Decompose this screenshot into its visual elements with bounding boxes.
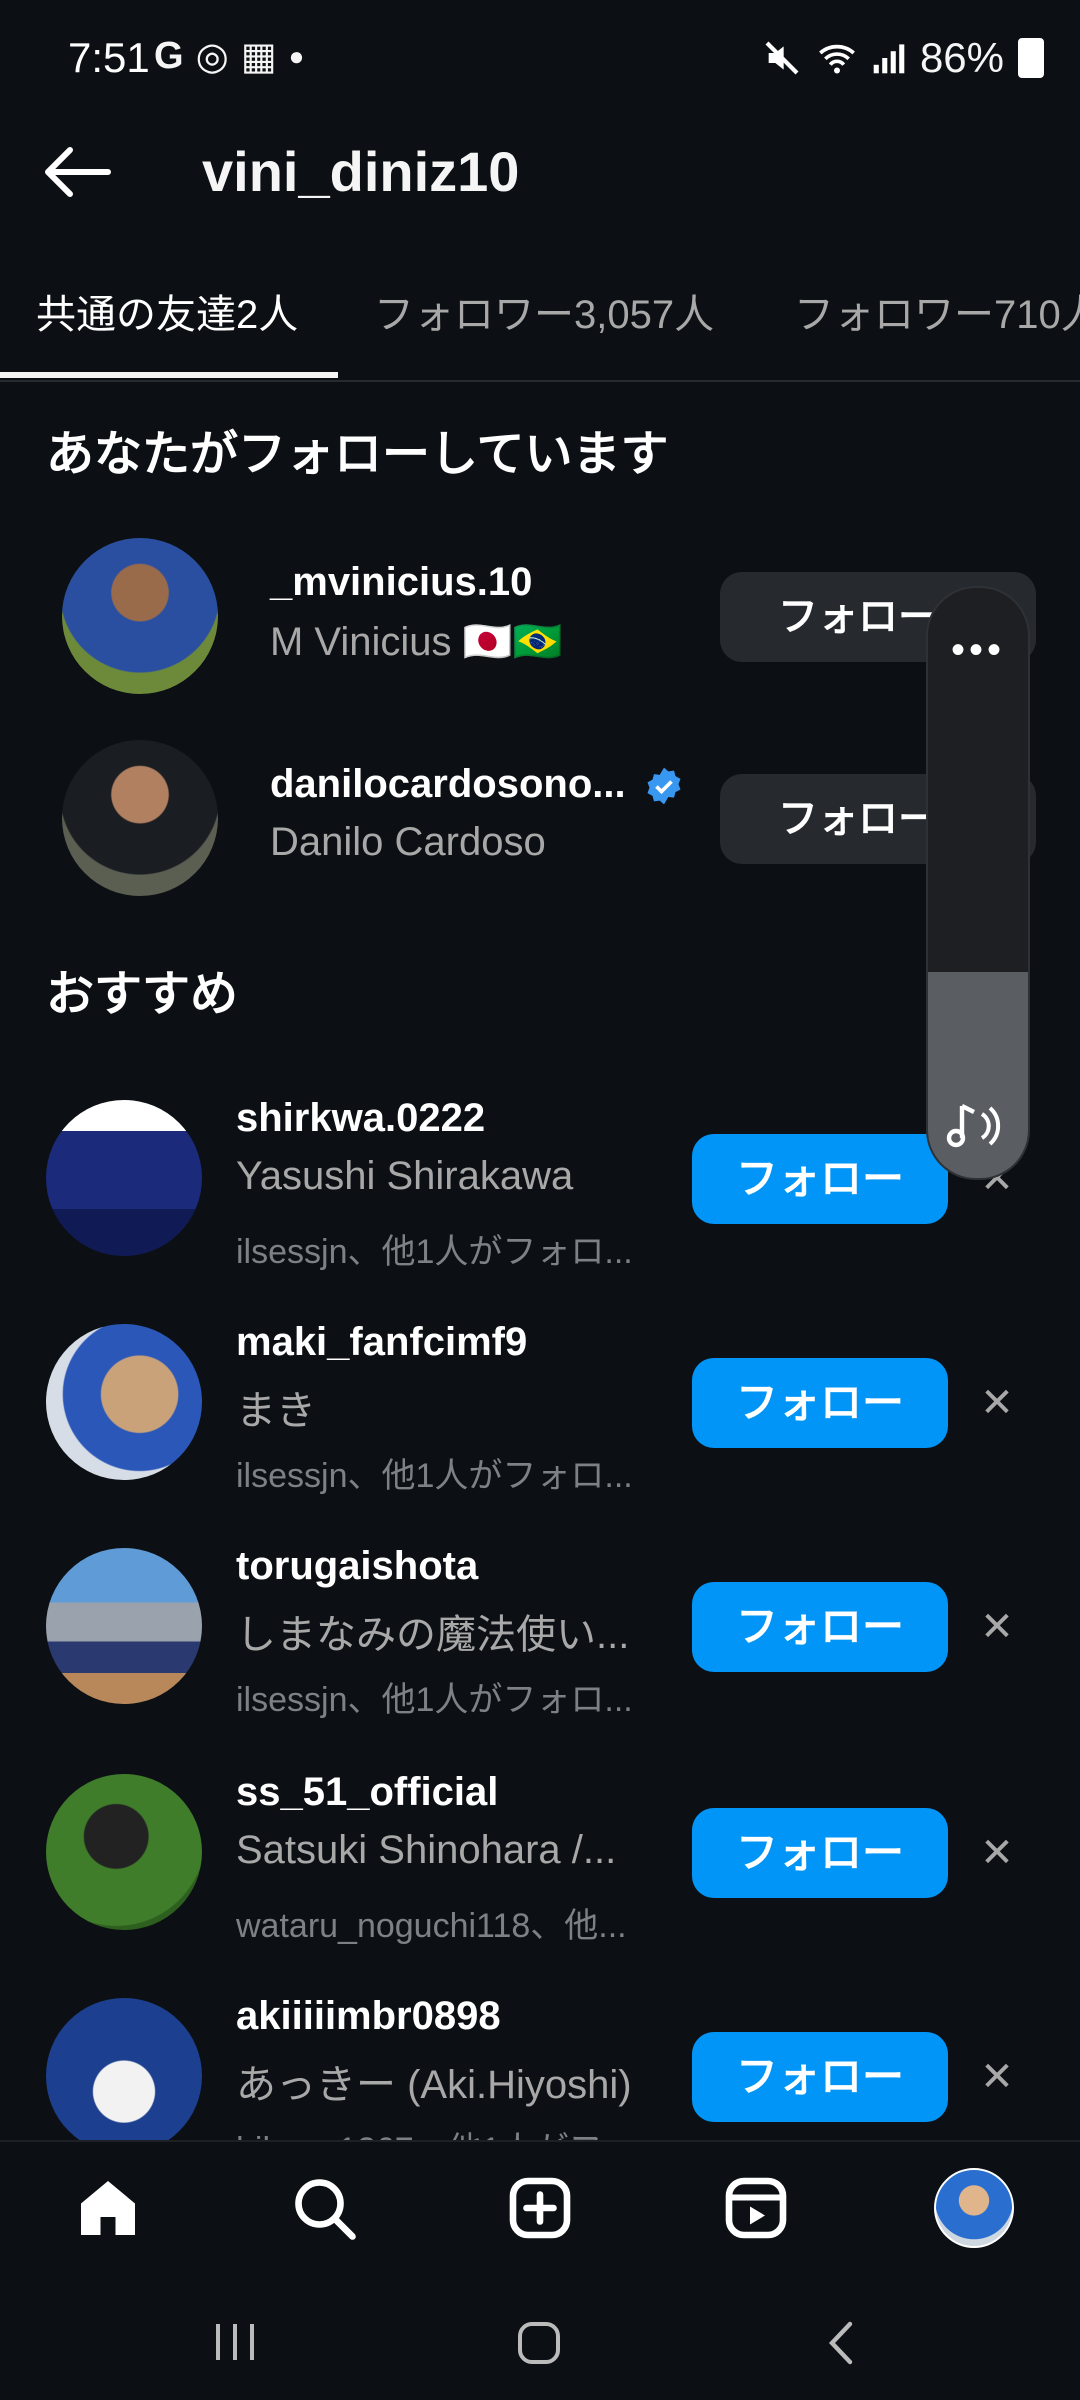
- avatar[interactable]: [46, 1100, 202, 1256]
- reels-icon[interactable]: [720, 2172, 792, 2244]
- full-name: しまなみの魔法使い...: [236, 1613, 630, 1657]
- username[interactable]: danilocardosono...: [270, 762, 626, 807]
- status-time: 7:51: [68, 34, 150, 81]
- full-name: まき: [236, 1389, 316, 1433]
- avatar[interactable]: [62, 740, 218, 896]
- wifi-icon: [819, 44, 855, 74]
- avatar[interactable]: [46, 1548, 202, 1704]
- status-bar: 7:51 G ◎ ▦ ● 86%: [0, 0, 1080, 120]
- follow-button[interactable]: フォロー: [692, 1582, 948, 1672]
- full-name: Danilo Cardoso: [270, 820, 546, 864]
- music-note-icon[interactable]: [946, 1098, 1010, 1154]
- volume-panel[interactable]: •••: [926, 586, 1030, 1180]
- home-icon[interactable]: [72, 2172, 144, 2244]
- status-right: 86%: [762, 34, 1044, 82]
- mute-icon: [765, 41, 799, 75]
- messenger-icon: ◎: [195, 36, 229, 78]
- follow-button[interactable]: フォロー: [692, 2032, 948, 2122]
- username[interactable]: shirkwa.0222: [236, 1096, 485, 1141]
- section-title-suggested: おすすめ: [46, 968, 239, 1021]
- mutual-context: ilsessjn、他1人がフォロ...: [236, 1457, 633, 1495]
- username[interactable]: _mvinicius.10: [270, 560, 532, 605]
- tab-bar: 共通の友達2人 フォロワー3,057人 フォロワー710人: [0, 270, 1080, 382]
- username[interactable]: maki_fanfcimf9: [236, 1320, 527, 1365]
- back-button-icon[interactable]: [820, 2318, 864, 2368]
- active-tab-indicator: [0, 372, 338, 378]
- avatar[interactable]: [46, 1774, 202, 1930]
- follow-button[interactable]: フォロー: [692, 1808, 948, 1898]
- status-left-icons: G ◎ ▦ ●: [154, 34, 304, 79]
- username[interactable]: torugaishota: [236, 1544, 478, 1589]
- back-arrow-icon[interactable]: [38, 132, 118, 212]
- mutual-context: ilsessjn、他1人がフォロ...: [236, 1681, 633, 1719]
- battery-percent: 86%: [919, 34, 1004, 81]
- follow-button[interactable]: フォロー: [692, 1134, 948, 1224]
- dismiss-icon[interactable]: ✕: [972, 1602, 1022, 1652]
- more-options-icon[interactable]: •••: [928, 628, 1028, 673]
- avatar[interactable]: [62, 538, 218, 694]
- bottom-nav: [0, 2140, 1080, 2274]
- page-title: vini_diniz10: [202, 140, 520, 203]
- battery-icon: [1018, 38, 1044, 78]
- full-name: M Vinicius 🇯🇵🇧🇷: [270, 620, 563, 664]
- tab-mutual-friends[interactable]: 共通の友達2人: [36, 270, 298, 380]
- section-title-following: あなたがフォローしています: [46, 428, 669, 481]
- full-name: あっきー (Aki.Hiyoshi): [236, 2063, 632, 2107]
- username[interactable]: ss_51_official: [236, 1770, 498, 1815]
- signal-icon: [873, 44, 905, 74]
- full-name: Satsuki Shinohara /...: [236, 1828, 617, 1872]
- tab-followers[interactable]: フォロワー3,057人: [374, 270, 714, 380]
- dismiss-icon[interactable]: ✕: [972, 1378, 1022, 1428]
- mutual-context: ilsessjn、他1人がフォロ...: [236, 1233, 633, 1271]
- verified-badge-icon: [647, 767, 681, 805]
- create-post-icon[interactable]: [504, 2172, 576, 2244]
- dismiss-icon[interactable]: ✕: [972, 2052, 1022, 2102]
- follow-button[interactable]: フォロー: [692, 1358, 948, 1448]
- username[interactable]: akiiiiimbr0898: [236, 1994, 501, 2039]
- home-button-icon[interactable]: [514, 2318, 564, 2368]
- tab-following[interactable]: フォロワー710人: [794, 270, 1080, 380]
- avatar[interactable]: [46, 1998, 202, 2154]
- avatar[interactable]: [46, 1324, 202, 1480]
- mutual-context: wataru_noguchi118、他...: [236, 1907, 627, 1945]
- dot-icon: ●: [288, 41, 305, 71]
- recent-apps-icon[interactable]: [210, 2320, 260, 2364]
- calendar-icon: ▦: [240, 36, 277, 78]
- search-icon[interactable]: [288, 2172, 360, 2244]
- google-g-icon: G: [154, 35, 184, 77]
- profile-avatar-icon[interactable]: [934, 2168, 1014, 2248]
- full-name: Yasushi Shirakawa: [236, 1154, 574, 1198]
- system-nav-bar: [0, 2272, 1080, 2400]
- dismiss-icon[interactable]: ✕: [972, 1828, 1022, 1878]
